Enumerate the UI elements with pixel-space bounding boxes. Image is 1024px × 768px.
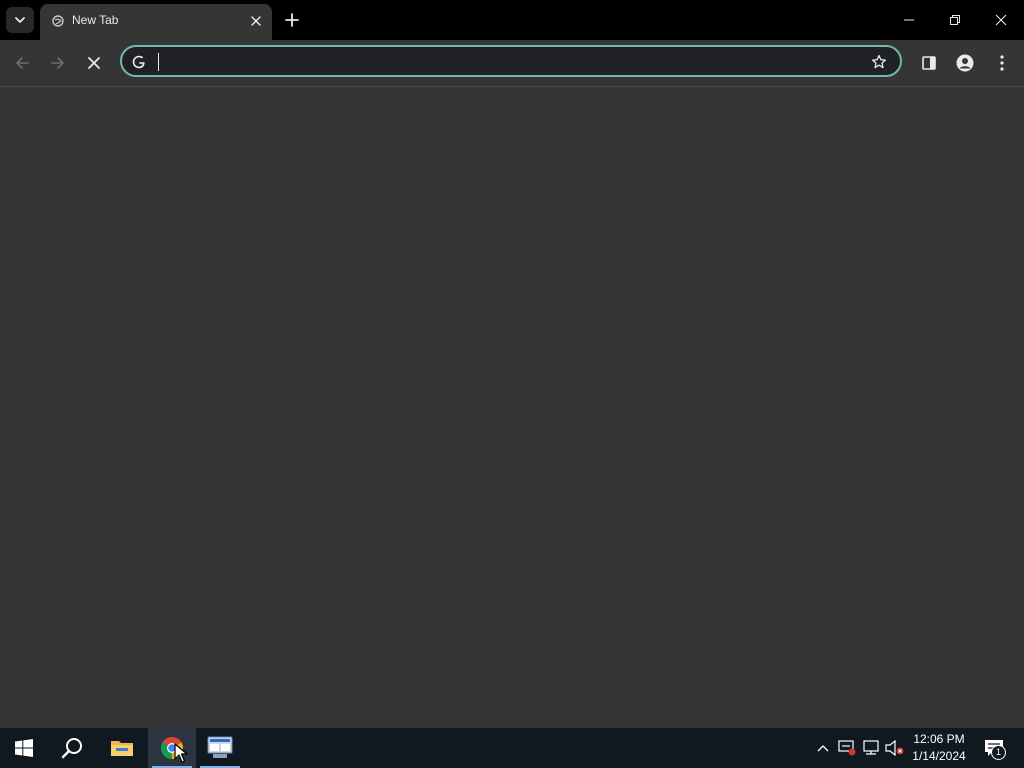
text-caret (158, 53, 159, 71)
person-icon (956, 54, 974, 72)
side-panel-button[interactable] (915, 49, 943, 77)
chevron-down-icon (15, 17, 25, 23)
clock-time: 12:06 PM (913, 732, 965, 746)
folder-icon (111, 741, 133, 756)
loading-globe-icon (52, 15, 64, 27)
start-button[interactable] (0, 728, 48, 768)
chevron-up-icon (817, 745, 829, 752)
back-button[interactable] (8, 49, 36, 77)
star-icon (871, 54, 887, 69)
close-window-button[interactable] (978, 0, 1024, 40)
side-panel-icon (922, 56, 936, 70)
tray-network[interactable] (861, 738, 881, 758)
address-bar[interactable] (120, 45, 902, 77)
title-bar: New Tab (0, 0, 1024, 40)
taskbar-server-manager[interactable] (196, 728, 244, 768)
taskbar-chrome[interactable] (148, 728, 196, 768)
clock-date: 1/14/2024 (912, 749, 966, 763)
mouse-cursor-icon (174, 743, 188, 763)
close-icon (995, 14, 1007, 26)
taskbar: 12:06 PM 1/14/2024 1 (0, 728, 1024, 768)
windows-icon (15, 739, 33, 757)
tab-title: New Tab (72, 13, 119, 27)
arrow-left-icon (16, 57, 29, 69)
show-hidden-icons-button[interactable] (813, 738, 833, 758)
tab-new-tab[interactable]: New Tab (40, 4, 272, 40)
minimize-button[interactable] (886, 0, 932, 40)
new-tab-button[interactable] (280, 8, 304, 32)
tab-search-button[interactable] (6, 7, 34, 33)
network-icon (863, 740, 879, 755)
bookmark-button[interactable] (870, 53, 888, 71)
server-icon (207, 736, 233, 758)
arrow-right-icon (51, 57, 64, 69)
restore-icon (950, 15, 960, 25)
address-input[interactable] (156, 51, 856, 73)
tray-volume[interactable] (885, 738, 905, 758)
restore-button[interactable] (932, 0, 978, 40)
minimize-icon (904, 19, 914, 21)
profile-button[interactable] (951, 49, 979, 77)
taskbar-clock[interactable]: 12:06 PM 1/14/2024 (908, 731, 970, 765)
tray-security[interactable] (837, 738, 857, 758)
close-icon (251, 16, 261, 26)
forward-button[interactable] (44, 49, 72, 77)
page-content (0, 87, 1024, 728)
browser-toolbar (0, 40, 1024, 87)
search-icon (61, 738, 82, 759)
taskbar-search-button[interactable] (48, 728, 96, 768)
close-icon (88, 57, 100, 69)
google-g-icon (130, 53, 148, 71)
volume-muted-icon (885, 740, 904, 756)
kebab-icon (1000, 55, 1004, 71)
stop-loading-button[interactable] (80, 49, 108, 77)
notification-count-badge: 1 (991, 745, 1006, 760)
security-icon (838, 740, 856, 756)
taskbar-file-explorer[interactable] (98, 728, 146, 768)
menu-button[interactable] (988, 49, 1016, 77)
tab-close-button[interactable] (248, 13, 264, 29)
plus-icon (285, 13, 299, 27)
action-center-button[interactable]: 1 (980, 736, 1008, 760)
